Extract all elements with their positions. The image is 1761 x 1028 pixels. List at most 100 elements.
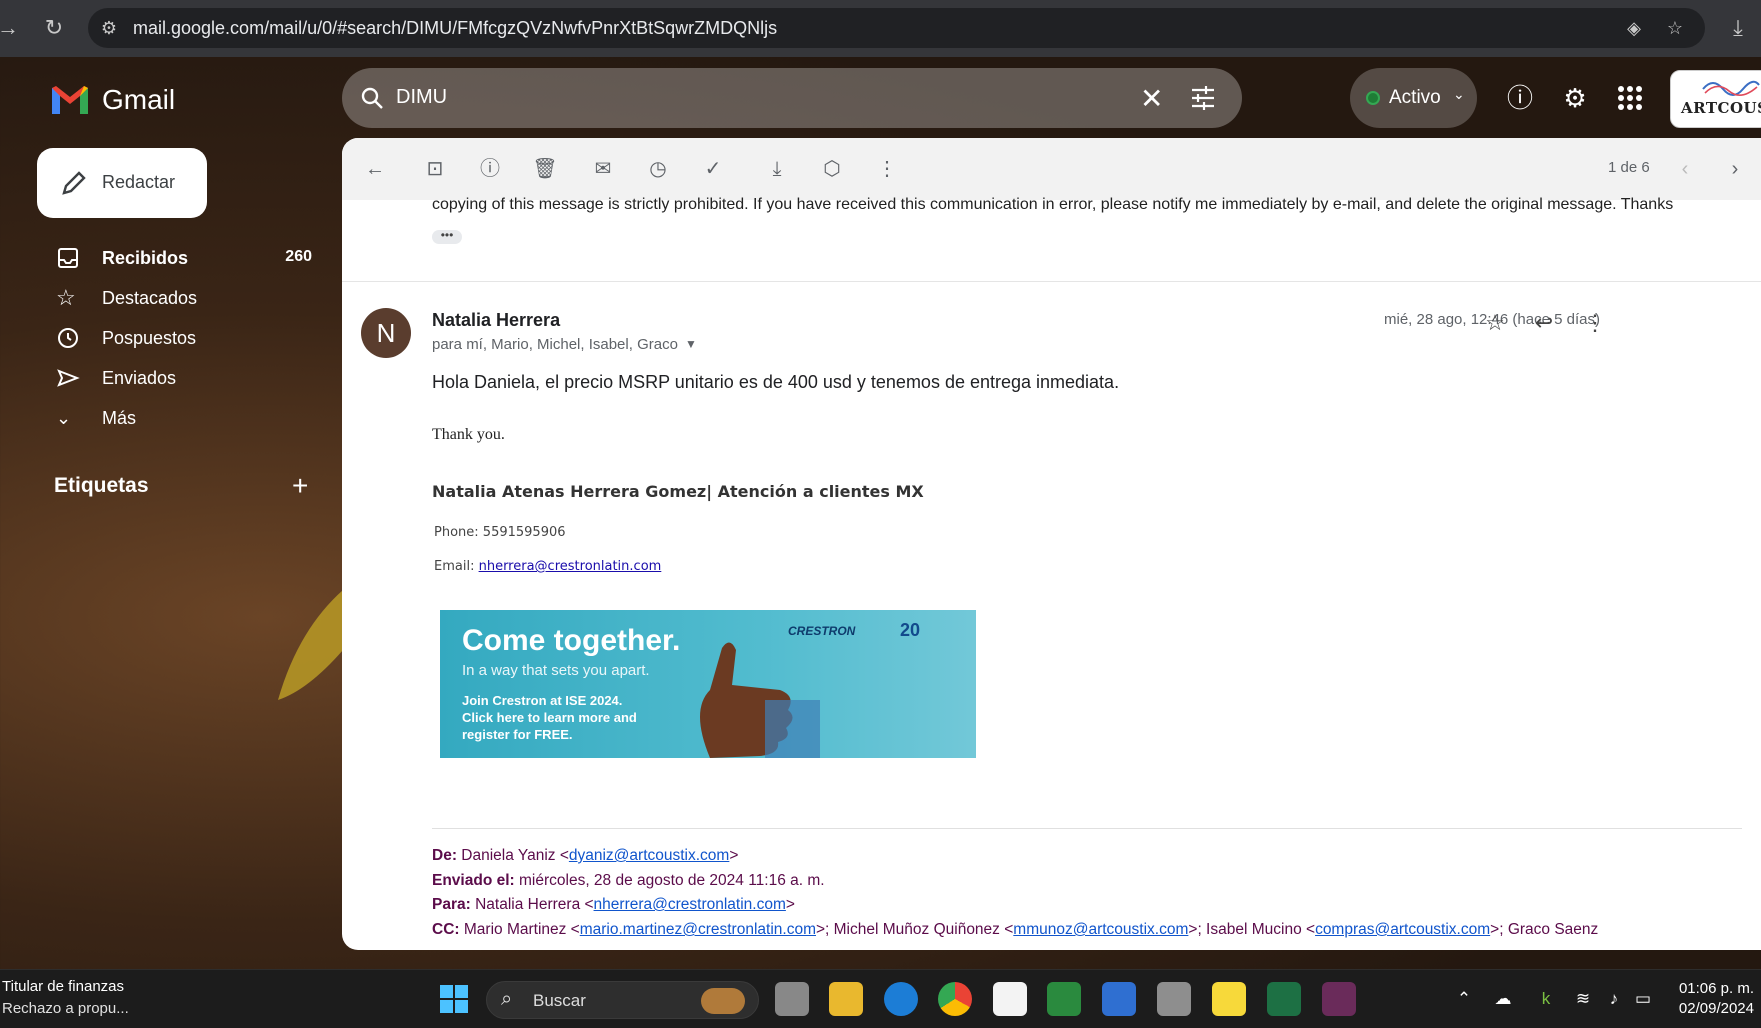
planner-app-icon[interactable] bbox=[1102, 982, 1136, 1016]
artcoustix-logo-icon bbox=[1702, 80, 1760, 96]
sidebar-item-label: Recibidos bbox=[102, 248, 189, 268]
calculator-icon[interactable] bbox=[1157, 982, 1191, 1016]
search-input[interactable]: DIMU bbox=[396, 86, 447, 109]
sidebar-item-label: Enviados bbox=[102, 368, 177, 388]
prev-page-icon[interactable]: ‹ bbox=[1672, 156, 1698, 182]
recipients-summary[interactable]: para mí, Mario, Michel, Isabel, Graco bbox=[432, 336, 678, 353]
remote-desktop-icon[interactable] bbox=[1322, 982, 1356, 1016]
taskbar-search[interactable]: ⌕ Buscar bbox=[486, 981, 759, 1019]
from-label: De: bbox=[432, 847, 457, 864]
forward-sent: Enviado el: miércoles, 28 de agosto de 2… bbox=[432, 872, 825, 890]
star-icon[interactable]: ☆ bbox=[1482, 310, 1508, 336]
banner-headline: Come together. bbox=[462, 624, 681, 657]
chevron-down-icon: ⌄ bbox=[56, 408, 72, 428]
reload-icon[interactable]: ↻ bbox=[40, 14, 68, 42]
help-icon[interactable]: ⓘ bbox=[1502, 80, 1538, 116]
site-settings-icon[interactable]: ⚙ bbox=[98, 17, 120, 39]
news-widget-subtitle[interactable]: Rechazo a propu... bbox=[2, 1000, 129, 1017]
status-dropdown[interactable]: Activo ⌄ bbox=[1350, 68, 1477, 128]
sidebar-item-inbox[interactable]: Recibidos 260 bbox=[56, 240, 316, 276]
move-to-icon[interactable]: ⤓ bbox=[764, 156, 790, 182]
cc-email-link[interactable]: compras@artcoustix.com bbox=[1315, 921, 1490, 938]
clock-time: 01:06 p. m. bbox=[1678, 980, 1754, 997]
inbox-icon bbox=[58, 248, 78, 268]
message-body: Hola Daniela, el precio MSRP unitario es… bbox=[432, 372, 1120, 392]
sent-value: miércoles, 28 de agosto de 2024 11:16 a.… bbox=[519, 872, 825, 889]
news-widget-title[interactable]: Titular de finanzas bbox=[2, 978, 124, 995]
report-spam-icon[interactable]: ⓘ bbox=[477, 156, 503, 182]
excel-icon[interactable] bbox=[1267, 982, 1301, 1016]
app-k-icon[interactable]: k bbox=[1535, 988, 1557, 1010]
start-windows-icon[interactable] bbox=[437, 982, 471, 1016]
bookmark-star-icon[interactable]: ☆ bbox=[1664, 17, 1686, 39]
trash-icon[interactable]: 🗑 bbox=[532, 156, 558, 182]
email-link[interactable]: nherrera@crestronlatin.com bbox=[479, 559, 662, 574]
sender-name[interactable]: Natalia Herrera bbox=[432, 310, 560, 331]
sidebar-item-starred[interactable]: ☆ Destacados bbox=[56, 280, 316, 316]
unread-count: 260 bbox=[285, 248, 312, 265]
from-email-link[interactable]: dyaniz@artcoustix.com bbox=[569, 847, 729, 864]
more-vert-icon[interactable]: ⋮ bbox=[1582, 310, 1608, 336]
cc-email-link[interactable]: mmunoz@artcoustix.com bbox=[1013, 921, 1188, 938]
account-brand-text: ARTCOUSTIX bbox=[1681, 99, 1761, 117]
microsoft-store-icon[interactable] bbox=[993, 982, 1027, 1016]
onedrive-icon[interactable]: ☁ bbox=[1492, 988, 1514, 1010]
banner-cta: Join Crestron at ISE 2024. Click here to… bbox=[462, 692, 682, 743]
to-label: Para: bbox=[432, 896, 471, 913]
more-vert-icon[interactable]: ⋮ bbox=[874, 156, 900, 182]
add-task-icon[interactable]: ✓ bbox=[700, 156, 726, 182]
anniversary-badge: 20 bbox=[900, 620, 921, 640]
next-page-icon[interactable]: › bbox=[1722, 156, 1748, 182]
file-explorer-icon[interactable] bbox=[829, 982, 863, 1016]
promo-banner[interactable]: Come together. In a way that sets you ap… bbox=[440, 610, 976, 758]
search-bar[interactable]: DIMU ✕ bbox=[342, 68, 1242, 128]
forward-cc: CC: Mario Martinez <mario.martinez@crest… bbox=[432, 921, 1598, 939]
mark-unread-icon[interactable]: ✉ bbox=[590, 156, 616, 182]
search-options-icon[interactable] bbox=[1190, 86, 1216, 110]
tray-overflow-icon[interactable]: ⌃ bbox=[1453, 988, 1475, 1010]
system-clock[interactable]: 01:06 p. m. 02/09/2024 bbox=[1664, 979, 1754, 1019]
clear-search-icon[interactable]: ✕ bbox=[1140, 82, 1163, 115]
forward-icon[interactable]: → bbox=[0, 14, 22, 42]
to-email-link[interactable]: nherrera@crestronlatin.com bbox=[594, 896, 786, 913]
apps-grid-icon[interactable] bbox=[1612, 80, 1648, 116]
sidebar-item-more[interactable]: ⌄ Más bbox=[56, 400, 316, 436]
chevron-down-icon: ⌄ bbox=[1453, 86, 1465, 102]
compose-button[interactable]: Redactar bbox=[37, 148, 207, 218]
sticky-notes-icon[interactable] bbox=[1212, 982, 1246, 1016]
clock-date: 02/09/2024 bbox=[1678, 1000, 1754, 1017]
sidebar-item-sent[interactable]: Enviados bbox=[56, 360, 316, 396]
url-text[interactable]: mail.google.com/mail/u/0/#search/DIMU/FM… bbox=[133, 18, 777, 39]
reply-icon[interactable]: ↩ bbox=[1531, 310, 1557, 336]
task-view-icon[interactable] bbox=[775, 982, 809, 1016]
add-label-icon[interactable]: + bbox=[292, 470, 308, 502]
thumbs-up-hand-image bbox=[700, 642, 820, 758]
lens-icon[interactable]: ◈ bbox=[1623, 17, 1645, 39]
wifi-icon[interactable]: ≋ bbox=[1572, 988, 1594, 1010]
chrome-browser-icon[interactable] bbox=[938, 982, 972, 1016]
chat-app-icon[interactable] bbox=[1047, 982, 1081, 1016]
label-icon[interactable]: ⬡ bbox=[819, 156, 845, 182]
back-arrow-icon[interactable]: ← bbox=[362, 156, 388, 182]
sidebar-item-snoozed[interactable]: Pospuestos bbox=[56, 320, 316, 356]
search-icon[interactable] bbox=[360, 86, 384, 110]
forward-divider bbox=[432, 828, 1742, 829]
show-trimmed-button[interactable]: ••• bbox=[432, 229, 462, 244]
account-avatar[interactable]: ARTCOUSTIX bbox=[1670, 70, 1761, 128]
from-end: > bbox=[729, 847, 739, 864]
signature-email: Email: nherrera@crestronlatin.com bbox=[434, 559, 661, 574]
snooze-clock-icon[interactable]: ◷ bbox=[645, 156, 671, 182]
volume-icon[interactable]: ♪ bbox=[1603, 988, 1625, 1010]
recipients-dropdown-icon[interactable]: ▼ bbox=[685, 337, 697, 351]
download-icon[interactable]: ⤓ bbox=[1724, 14, 1752, 42]
signature-phone: Phone: 5591595906 bbox=[434, 525, 566, 540]
cc-email-link[interactable]: mario.martinez@crestronlatin.com bbox=[580, 921, 816, 938]
message-toolbar: ← ⊡ ⓘ 🗑 ✉ ◷ ✓ ⤓ ⬡ ⋮ 1 de 6 ‹ › bbox=[342, 138, 1761, 200]
edge-browser-icon[interactable] bbox=[884, 982, 918, 1016]
archive-icon[interactable]: ⊡ bbox=[422, 156, 448, 182]
battery-icon[interactable]: ▭ bbox=[1632, 988, 1654, 1010]
sender-avatar[interactable]: N bbox=[361, 308, 411, 358]
address-bar[interactable]: ⚙ mail.google.com/mail/u/0/#search/DIMU/… bbox=[88, 8, 1705, 48]
settings-gear-icon[interactable]: ⚙ bbox=[1557, 80, 1593, 116]
sidebar-item-label: Más bbox=[102, 408, 137, 428]
